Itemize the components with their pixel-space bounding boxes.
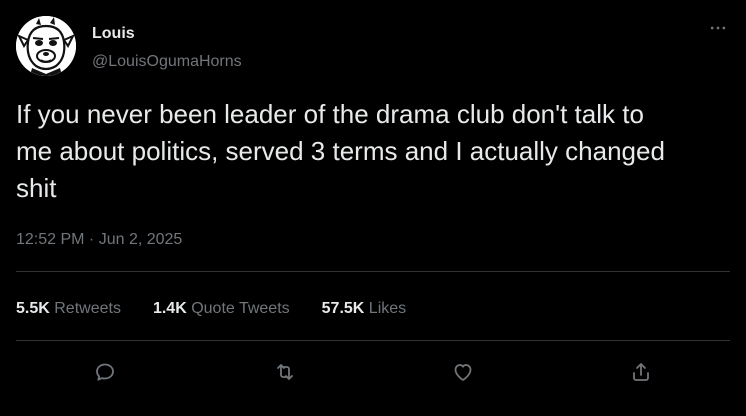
retweets-stat[interactable]: 5.5K Retweets: [16, 299, 121, 319]
action-bar: [0, 354, 746, 390]
handle[interactable]: @LouisOgumaHorns: [92, 52, 242, 72]
reply-icon: [96, 363, 114, 381]
like-button[interactable]: [445, 354, 481, 390]
retweets-label: Retweets: [54, 300, 121, 317]
tweet-text: If you never been leader of the drama cl…: [16, 99, 665, 203]
reply-button[interactable]: [87, 354, 123, 390]
likes-label: Likes: [368, 300, 407, 317]
tweet-date[interactable]: Jun 2, 2025: [99, 231, 183, 248]
like-icon: [454, 364, 472, 381]
engagement-stats: 5.5K Retweets 1.4K Quote Tweets 57.5K Li…: [16, 299, 406, 319]
retweets-count: 5.5K: [16, 300, 50, 317]
divider: [16, 271, 730, 272]
share-icon: [633, 363, 649, 381]
divider: [16, 340, 730, 341]
likes-stat[interactable]: 57.5K Likes: [322, 299, 407, 319]
quote-tweets-stat[interactable]: 1.4K Quote Tweets: [153, 299, 290, 319]
quote-tweets-label: Quote Tweets: [191, 300, 290, 317]
tweet-timestamp: 12:52 PM · Jun 2, 2025: [16, 230, 182, 250]
more-horizontal-icon: [710, 26, 726, 30]
likes-count: 57.5K: [321, 300, 365, 317]
retweet-button[interactable]: [267, 354, 303, 390]
display-name[interactable]: Louis: [92, 24, 135, 44]
quote-tweets-count: 1.4K: [152, 300, 187, 317]
avatar[interactable]: [16, 16, 76, 76]
retweet-icon: [277, 364, 293, 380]
avatar-image: [16, 16, 76, 76]
tweet-time[interactable]: 12:52 PM: [16, 231, 84, 248]
meta-separator: ·: [84, 231, 99, 248]
share-button[interactable]: [623, 354, 659, 390]
more-options-button[interactable]: [706, 16, 730, 40]
